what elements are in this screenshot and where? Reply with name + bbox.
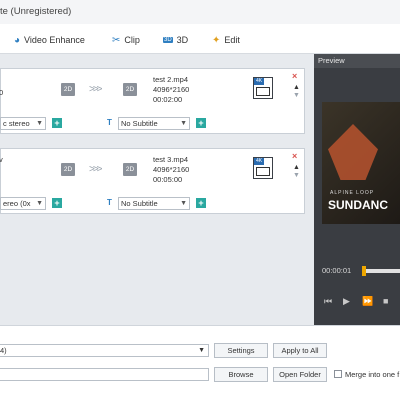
source-info: v <box>0 155 3 164</box>
output-2d-badge: 2D <box>123 83 137 96</box>
audio-track-select[interactable]: c stereo ▼ <box>0 117 46 130</box>
output-resolution: 4096*2160 <box>153 85 190 94</box>
output-profile-select[interactable]: 4) ▼ <box>0 344 209 357</box>
output-filename: test 2.mp4 <box>153 75 189 84</box>
edit-label: Edit <box>224 35 240 45</box>
edit-button[interactable]: ✦ Edit <box>212 33 240 47</box>
film-icon <box>256 87 270 96</box>
output-info: test 2.mp4 4096*2160 00:02:00 <box>153 75 189 105</box>
chevron-down-icon: ▼ <box>36 200 43 207</box>
title-bar: te (Unregistered) <box>0 0 400 24</box>
output-profile-value: 4) <box>0 346 7 355</box>
add-audio-track-button[interactable]: + <box>52 118 62 128</box>
4k-label: 4K <box>254 78 264 85</box>
chevron-down-icon: ▼ <box>198 347 205 354</box>
4k-output-format-icon[interactable]: 4K <box>253 157 273 179</box>
output-2d-badge: 2D <box>123 163 137 176</box>
scissors-icon: ✂ <box>112 34 121 46</box>
seek-handle[interactable] <box>361 266 366 276</box>
video-overlay-title: SUNDANC <box>328 198 388 212</box>
source-info: 0 <box>0 88 4 97</box>
clip-button[interactable]: ✂ Clip <box>112 33 140 47</box>
3d-button[interactable]: 3D 3D <box>163 33 188 47</box>
video-enhance-label: Video Enhance <box>24 35 85 45</box>
output-resolution: 4096*2160 <box>153 165 190 174</box>
3d-label: 3D <box>176 35 189 45</box>
output-duration: 00:02:00 <box>153 95 183 104</box>
audio-track-value: ereo (0x <box>3 199 31 208</box>
remove-file-icon[interactable]: × <box>292 72 297 81</box>
merge-checkbox[interactable] <box>334 370 342 378</box>
move-down-icon[interactable]: ▼ <box>293 91 300 100</box>
chevron-down-icon: ▼ <box>180 120 187 127</box>
convert-arrows: >>> <box>89 84 102 95</box>
file-item[interactable]: v 2D >>> 2D test 3.mp4 4096*2160 00:05:0… <box>0 148 305 214</box>
remove-file-icon[interactable]: × <box>292 152 297 161</box>
add-subtitle-button[interactable]: + <box>196 118 206 128</box>
video-frame: ALPINE LOOP SUNDANC <box>322 102 400 224</box>
chevron-down-icon: ▼ <box>180 200 187 207</box>
settings-button[interactable]: Settings <box>214 343 268 358</box>
file-list: 0 2D >>> 2D test 2.mp4 4096*2160 00:02:0… <box>0 54 314 325</box>
toolbar: ◕ Video Enhance ✂ Clip 3D 3D ✦ Edit <box>0 24 400 54</box>
audio-track-value: c stereo <box>3 119 30 128</box>
playback-time: 00:00:01 <box>322 266 352 275</box>
audio-track-select[interactable]: ereo (0x ▼ <box>0 197 46 210</box>
video-enhance-button[interactable]: ◕ Video Enhance <box>14 33 85 47</box>
add-audio-track-button[interactable]: + <box>52 198 62 208</box>
output-filename: test 3.mp4 <box>153 155 189 164</box>
edit-sparkle-icon: ✦ <box>212 34 221 46</box>
open-folder-button[interactable]: Open Folder <box>273 367 327 382</box>
previous-icon[interactable]: ⏮ <box>324 296 332 307</box>
window-title: te (Unregistered) <box>0 6 72 17</box>
subtitle-select[interactable]: No Subtitle ▼ <box>118 197 190 210</box>
4k-output-format-icon[interactable]: 4K <box>253 77 273 99</box>
fast-forward-icon[interactable]: ⏩ <box>362 296 373 307</box>
chevron-down-icon: ▼ <box>36 120 43 127</box>
subtitle-t-icon: T <box>107 198 112 207</box>
4k-label: 4K <box>254 158 264 165</box>
merge-label: Merge into one f <box>345 370 400 379</box>
subtitle-t-icon: T <box>107 118 112 127</box>
output-duration: 00:05:00 <box>153 175 183 184</box>
apply-to-all-button[interactable]: Apply to All <box>273 343 327 358</box>
play-icon[interactable]: ▶ <box>343 296 350 307</box>
add-subtitle-button[interactable]: + <box>196 198 206 208</box>
3d-icon: 3D <box>163 37 173 43</box>
output-info: test 3.mp4 4096*2160 00:05:00 <box>153 155 189 185</box>
subtitle-value: No Subtitle <box>121 199 158 208</box>
clip-label: Clip <box>124 35 140 45</box>
subtitle-value: No Subtitle <box>121 119 158 128</box>
file-item[interactable]: 0 2D >>> 2D test 2.mp4 4096*2160 00:02:0… <box>0 68 305 134</box>
preview-panel: Preview ALPINE LOOP SUNDANC 00:00:01 ⏮ ▶… <box>314 54 400 325</box>
source-2d-badge: 2D <box>61 83 75 96</box>
source-2d-badge: 2D <box>61 163 75 176</box>
preview-title: Preview <box>314 54 400 68</box>
palette-icon: ◕ <box>14 34 21 46</box>
browse-button[interactable]: Browse <box>214 367 268 382</box>
bottom-bar: 4) ▼ Settings Apply to All Browse Open F… <box>0 325 400 400</box>
convert-arrows: >>> <box>89 164 102 175</box>
seek-bar[interactable] <box>362 269 400 273</box>
destination-field[interactable] <box>0 368 209 381</box>
stop-icon[interactable]: ■ <box>383 296 388 306</box>
video-overlay-subtitle: ALPINE LOOP <box>330 190 375 196</box>
move-down-icon[interactable]: ▼ <box>293 171 300 180</box>
subtitle-select[interactable]: No Subtitle ▼ <box>118 117 190 130</box>
film-icon <box>256 167 270 176</box>
